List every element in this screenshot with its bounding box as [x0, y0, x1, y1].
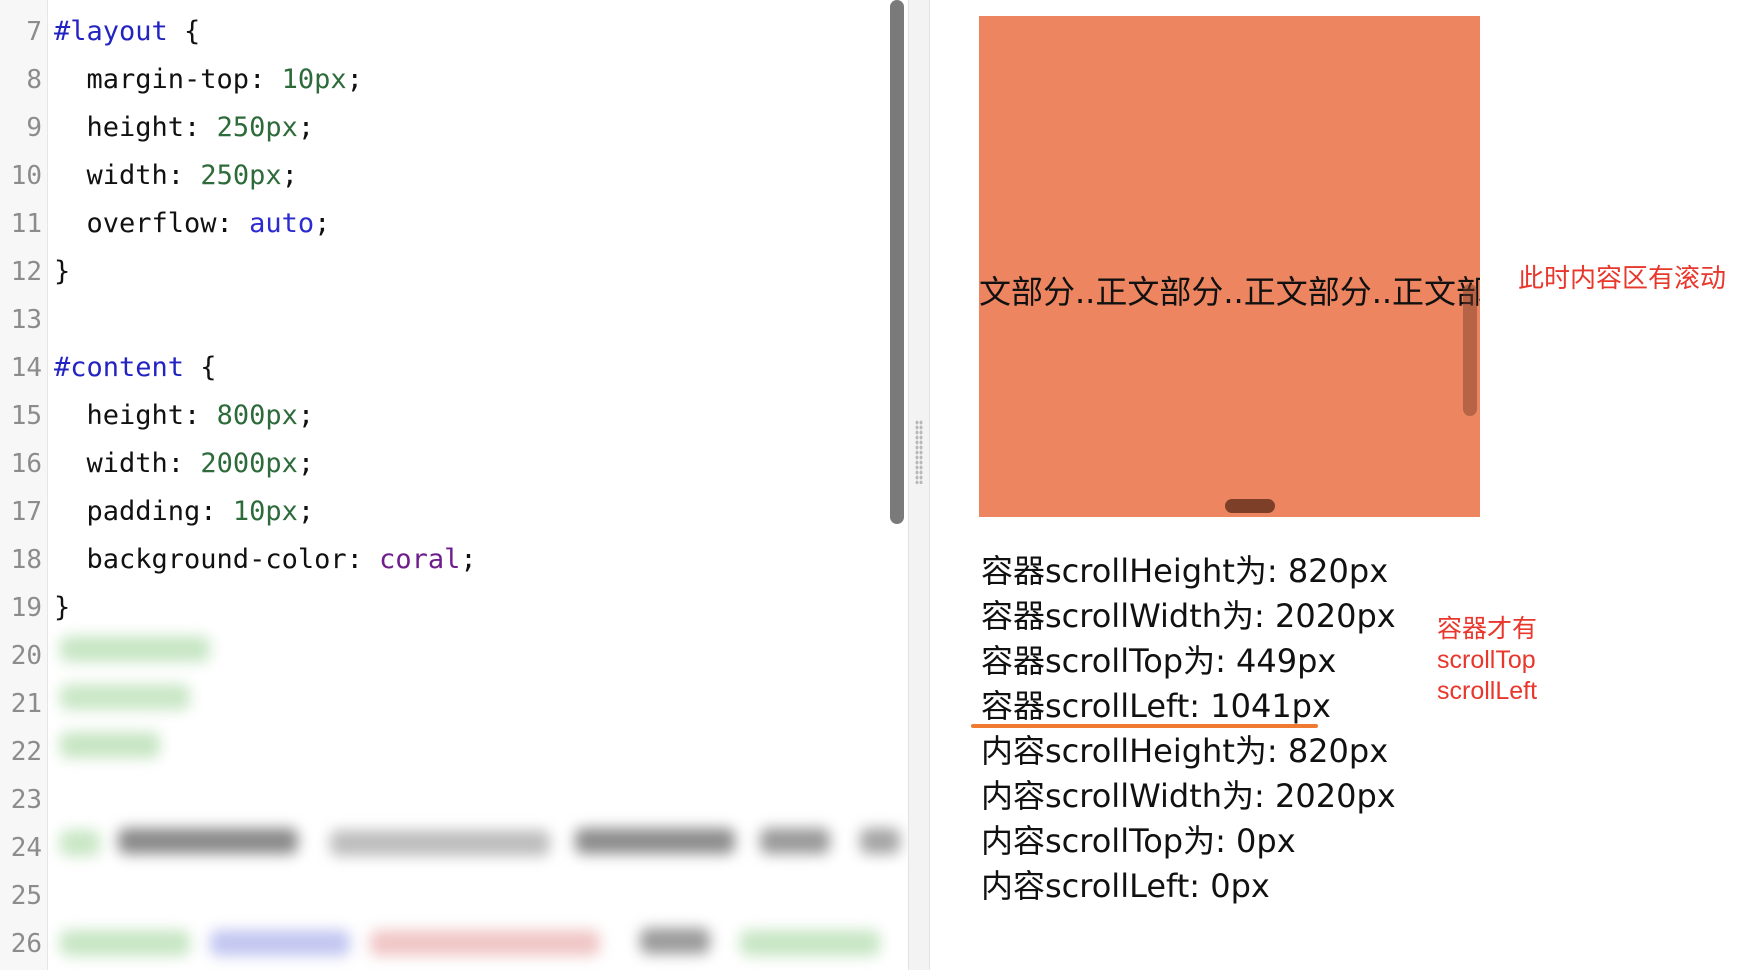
info-container-scroll-width: 容器scrollWidth为: 2020px — [981, 597, 1396, 635]
code-line[interactable]: background-color: coral; — [54, 536, 477, 584]
info-content-scroll-left: 内容scrollLeft: 0px — [981, 867, 1270, 905]
code-token: 250px — [200, 160, 282, 191]
blurred-code — [60, 636, 210, 662]
code-token: { — [184, 352, 217, 383]
line-number: 20 — [10, 641, 42, 671]
code-token: coral — [379, 544, 461, 575]
code-token: 10px — [281, 64, 347, 95]
code-token: ; — [281, 160, 298, 191]
line-number: 7 — [26, 17, 42, 47]
annotation-side-note-line: scrollLeft — [1437, 677, 1538, 705]
annotation-scroll-note: 此时内容区有滚动 — [1518, 264, 1727, 294]
code-token: width: — [54, 160, 201, 191]
code-token: ; — [297, 112, 315, 143]
code-token: overflow: — [54, 208, 250, 239]
blurred-code — [60, 732, 160, 758]
code-line[interactable]: padding: 10px; — [54, 488, 315, 536]
code-token: 10px — [232, 496, 298, 527]
code-line[interactable]: height: 800px; — [54, 392, 315, 440]
code-line[interactable]: } — [54, 584, 70, 632]
line-number: 23 — [10, 785, 42, 815]
splitter-grip-icon[interactable] — [915, 420, 923, 484]
line-number: 8 — [26, 65, 42, 95]
code-token: ; — [460, 544, 477, 575]
line-number: 11 — [10, 209, 42, 239]
line-number: 19 — [10, 593, 42, 623]
line-number: 17 — [10, 497, 42, 527]
blurred-code — [640, 928, 710, 954]
pane-splitter[interactable] — [908, 0, 930, 970]
blurred-code — [330, 830, 550, 856]
code-token: ; — [346, 64, 363, 95]
code-token: width: — [54, 448, 201, 479]
code-line[interactable]: width: 250px; — [54, 152, 298, 200]
line-number: 25 — [10, 881, 42, 911]
horizontal-scrollbar-thumb[interactable] — [1225, 499, 1275, 513]
code-token: height: — [54, 400, 217, 431]
vertical-scrollbar-thumb[interactable] — [1463, 284, 1477, 416]
code-token: auto — [249, 208, 315, 239]
code-line[interactable]: #layout { — [54, 8, 200, 56]
preview-pane: 文部分..正文部分..正文部分..正文部分..正文部分.. 此时内容区有滚动 容… — [931, 0, 1738, 970]
code-line[interactable]: #content { — [54, 344, 217, 392]
code-line[interactable]: overflow: auto; — [54, 200, 331, 248]
line-number: 16 — [10, 449, 42, 479]
code-token: { — [167, 16, 201, 47]
info-content-scroll-height: 内容scrollHeight为: 820px — [981, 732, 1389, 770]
blurred-code — [575, 828, 735, 854]
code-token: margin-top: — [54, 64, 282, 95]
code-token: 800px — [216, 400, 298, 431]
line-number: 14 — [10, 353, 42, 383]
code-editor[interactable]: 7 8 9 10 11 12 13 14 15 16 17 18 19 20 21 22 23 24 25 26 #l… — [0, 0, 908, 970]
blurred-code — [740, 930, 880, 956]
annotation-side-note-line: 容器才有 — [1437, 615, 1538, 643]
annotation-side-note-line: scrollTop — [1437, 646, 1536, 674]
blurred-code — [760, 828, 830, 854]
line-number: 24 — [10, 833, 42, 863]
blurred-code — [210, 930, 350, 956]
code-token: ; — [297, 400, 315, 431]
line-number: 12 — [10, 257, 42, 287]
code-line[interactable]: height: 250px; — [54, 104, 315, 152]
line-number: 15 — [10, 401, 42, 431]
code-token: #content — [54, 352, 185, 383]
blurred-code — [60, 930, 190, 956]
line-number: 26 — [10, 929, 42, 959]
code-token: background-color: — [54, 544, 380, 575]
blurred-code — [60, 684, 190, 710]
code-line[interactable]: width: 2000px; — [54, 440, 315, 488]
info-container-scroll-height: 容器scrollHeight为: 820px — [981, 552, 1389, 590]
editor-scrollbar[interactable] — [890, 0, 904, 524]
code-token: ; — [297, 448, 315, 479]
line-number: 13 — [10, 305, 42, 335]
line-number: 10 — [10, 161, 42, 191]
layout-scroll-container[interactable]: 文部分..正文部分..正文部分..正文部分..正文部分.. — [979, 16, 1480, 517]
content-text: 文部分..正文部分..正文部分..正文部分..正文部分.. — [979, 273, 1480, 311]
highlight-underline — [971, 724, 1318, 728]
code-token: 250px — [216, 112, 298, 143]
code-token: ; — [297, 496, 315, 527]
info-content-scroll-width: 内容scrollWidth为: 2020px — [981, 777, 1396, 815]
code-line[interactable]: margin-top: 10px; — [54, 56, 363, 104]
line-number: 21 — [10, 689, 42, 719]
line-number: 18 — [10, 545, 42, 575]
code-token: height: — [54, 112, 217, 143]
code-token: } — [54, 256, 71, 287]
info-container-scroll-left: 容器scrollLeft: 1041px — [981, 687, 1331, 725]
line-number: 22 — [10, 737, 42, 767]
blurred-code — [118, 828, 298, 854]
line-number: 9 — [26, 113, 42, 143]
blurred-code — [860, 828, 900, 854]
code-token: 2000px — [200, 448, 298, 479]
code-token: #layout — [54, 16, 168, 47]
blurred-code — [370, 930, 600, 956]
code-token: } — [54, 592, 71, 623]
info-content-scroll-top: 内容scrollTop为: 0px — [981, 822, 1296, 860]
line-number-gutter: 7 8 9 10 11 12 13 14 15 16 17 18 19 20 21 22 23 24 25 26 — [0, 0, 48, 970]
code-token: ; — [314, 208, 331, 239]
info-container-scroll-top: 容器scrollTop为: 449px — [981, 642, 1337, 680]
code-line[interactable]: } — [54, 248, 70, 296]
blurred-code — [60, 830, 100, 856]
code-token: padding: — [54, 496, 233, 527]
